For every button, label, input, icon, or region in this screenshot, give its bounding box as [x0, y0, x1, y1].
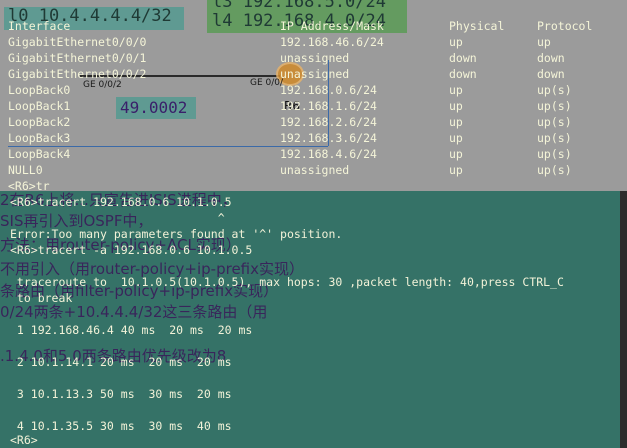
table-row: LoopBack4 192.168.4.6/24 up up(s): [8, 146, 572, 162]
table-row: GigabitEthernet0/0/0 192.168.46.6/24 up …: [8, 34, 551, 50]
row-phy: down: [449, 51, 477, 65]
row-phy: up: [449, 163, 463, 177]
header-physical: Physical: [449, 19, 505, 33]
row-ip: unassigned: [280, 67, 350, 81]
row-iface: LoopBack3: [8, 131, 71, 145]
row-proto: up(s): [537, 83, 572, 97]
row-phy: up: [449, 83, 463, 97]
row-ip: 192.168.1.6/24: [280, 99, 377, 113]
terminal-line: ^: [10, 211, 225, 225]
table-row: LoopBack1 192.168.1.6/24 up up(s): [8, 98, 572, 114]
row-proto: up(s): [537, 163, 572, 177]
terminal-line: 3 10.1.13.3 50 ms 30 ms 20 ms: [10, 387, 232, 401]
table-row: LoopBack0 192.168.0.6/24 up up(s): [8, 82, 572, 98]
terminal-scroll-edge: [620, 191, 627, 448]
row-iface: GigabitEthernet0/0/2: [8, 67, 147, 81]
row-proto: up(s): [537, 147, 572, 161]
row-phy: up: [449, 147, 463, 161]
table-row: NULL0 unassigned up up(s): [8, 162, 572, 178]
table-header: Interface IP Address/Mask Physical Proto…: [8, 18, 592, 34]
row-proto: up(s): [537, 115, 572, 129]
row-iface: LoopBack2: [8, 115, 71, 129]
header-interface: Interface: [8, 19, 71, 33]
row-iface: NULL0: [8, 163, 43, 177]
row-ip: 192.168.4.6/24: [280, 147, 377, 161]
terminal-line: 2 10.1.14.1 20 ms 20 ms 20 ms: [10, 355, 232, 369]
row-proto: up: [537, 35, 551, 49]
terminal-line: <R6>tracert -a 192.168.0.6 10.1.0.5: [10, 243, 253, 257]
row-ip: unassigned: [280, 51, 350, 65]
row-phy: up: [449, 35, 463, 49]
row-ip: 192.168.3.6/24: [280, 131, 377, 145]
port-label-ge00: GE 0/0/: [250, 78, 284, 88]
table-row: LoopBack3 192.168.3.6/24 up up(s): [8, 130, 572, 146]
terminal-line: <R6>tracert 192.168.0.6 10.1.0.5: [10, 195, 232, 209]
header-ip: IP Address/Mask: [280, 19, 384, 33]
terminal-line: traceroute to 10.1.0.5(10.1.0.5), max ho…: [10, 275, 564, 289]
row-ip: unassigned: [280, 163, 350, 177]
row-iface: LoopBack4: [8, 147, 71, 161]
row-proto: down: [537, 67, 565, 81]
terminal-line: 1 192.168.46.4 40 ms 20 ms 20 ms: [10, 323, 253, 337]
row-proto: up(s): [537, 131, 572, 145]
table-row: LoopBack2 192.168.2.6/24 up up(s): [8, 114, 572, 130]
table-row: GigabitEthernet0/0/2 unassigned down dow…: [8, 66, 565, 82]
terminal-line: Error:Too many parameters found at '^' p…: [10, 227, 343, 241]
row-iface: LoopBack1: [8, 99, 71, 113]
row-ip: 192.168.46.6/24: [280, 35, 384, 49]
row-iface: GigabitEthernet0/0/0: [8, 35, 147, 49]
row-proto: up(s): [537, 99, 572, 113]
row-iface: GigabitEthernet0/0/1: [8, 51, 147, 65]
header-protocol: Protocol: [537, 19, 593, 33]
terminal-line: to break: [10, 291, 73, 305]
row-ip: 192.168.0.6/24: [280, 83, 377, 97]
row-phy: down: [449, 67, 477, 81]
row-phy: up: [449, 115, 463, 129]
table-row: GigabitEthernet0/0/1 unassigned down dow…: [8, 50, 565, 66]
row-proto: down: [537, 51, 565, 65]
row-iface: LoopBack0: [8, 83, 71, 97]
terminal-line: 4 10.1.35.5 30 ms 30 ms 40 ms: [10, 419, 232, 433]
row-phy: up: [449, 99, 463, 113]
row-ip: 192.168.2.6/24: [280, 115, 377, 129]
terminal-prompt[interactable]: <R6>: [10, 432, 38, 448]
row-phy: up: [449, 131, 463, 145]
area-label: 49.0002: [120, 98, 188, 117]
